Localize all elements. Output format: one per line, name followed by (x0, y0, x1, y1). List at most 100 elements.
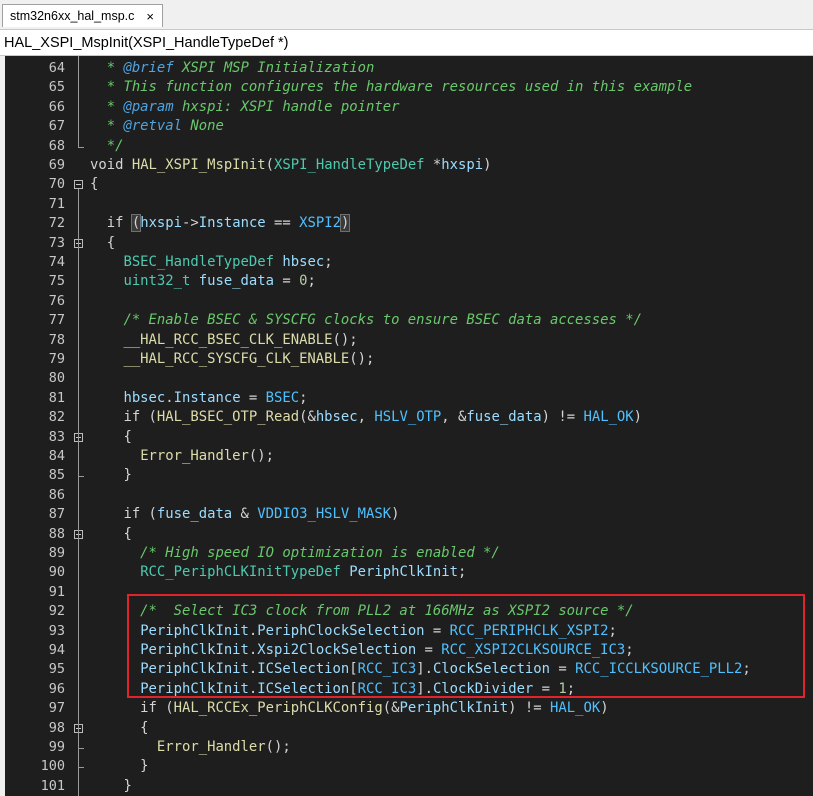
close-icon[interactable]: × (146, 9, 154, 24)
function-breadcrumb[interactable]: HAL_XSPI_MspInit(XSPI_HandleTypeDef *) (0, 29, 813, 56)
code-token: hbsec (315, 409, 358, 426)
code-token: { (90, 719, 149, 736)
code-token: ) (339, 214, 351, 233)
line-number: 80 (48, 370, 65, 387)
code-token: fuse_data (198, 273, 275, 290)
fold-end-tick (78, 146, 84, 148)
fold-guide (78, 56, 79, 147)
fold-collapse-icon[interactable] (74, 180, 83, 190)
code-token: } (90, 758, 149, 775)
code-line: if (fuse_data & VDDIO3_HSLV_MASK) (90, 505, 399, 524)
code-token: fuse_data (466, 409, 542, 426)
code-token: ) (391, 506, 400, 523)
code-token: __HAL_RCC_SYSCFG_CLK_ENABLE (123, 351, 350, 367)
code-token: (); (349, 351, 375, 367)
code-token: * (90, 98, 124, 115)
code-line: * This function configures the hardware … (90, 78, 692, 97)
line-number: 95 (48, 661, 65, 678)
line-number: 92 (48, 603, 65, 620)
line-number: 66 (48, 98, 65, 115)
code-line: Error_Handler(); (90, 447, 274, 466)
code-token: (); (248, 448, 274, 464)
line-number: 73 (48, 234, 65, 251)
code-token: HAL_BSEC_OTP_Read (156, 409, 300, 426)
file-tab[interactable]: stm32n6xx_hal_msp.c × (2, 4, 163, 27)
code-token: & (232, 506, 258, 523)
code-token: HAL_OK (550, 700, 601, 717)
function-signature: HAL_XSPI_MspInit(XSPI_HandleTypeDef *) (4, 35, 289, 51)
code-line: * @param hxspi: XSPI handle pointer (90, 98, 400, 117)
code-line: void HAL_XSPI_MspInit(XSPI_HandleTypeDef… (90, 156, 492, 175)
code-token: __HAL_RCC_BSEC_CLK_ENABLE (123, 331, 333, 348)
code-line: /* Enable BSEC & SYSCFG clocks to ensure… (90, 311, 642, 330)
line-number: 93 (48, 622, 65, 639)
code-token: if ( (90, 409, 157, 426)
code-line: hbsec.Instance = BSEC; (90, 389, 307, 408)
fold-guide (78, 189, 79, 796)
code-token: if ( (90, 700, 174, 717)
code-line: } (90, 466, 131, 485)
line-number: 97 (48, 700, 65, 717)
code-token: ( (130, 214, 142, 233)
code-token: ( (265, 157, 275, 173)
line-number: 78 (48, 331, 65, 348)
code-line: } (90, 757, 149, 776)
code-token: hxspi (140, 215, 183, 232)
code-line: BSEC_HandleTypeDef hbsec; (90, 253, 332, 272)
code-line: Error_Handler(); (90, 738, 291, 757)
line-number: 72 (48, 215, 65, 232)
code-token: uint32_t (123, 273, 191, 290)
line-number: 98 (48, 719, 65, 736)
code-line: { (90, 175, 98, 194)
line-number: 84 (48, 448, 65, 464)
line-number: 69 (48, 157, 65, 173)
code-token: void (90, 157, 132, 173)
code-token: (& (299, 409, 316, 426)
code-token: (& (382, 700, 400, 717)
code-token: { (90, 234, 116, 251)
line-number: 81 (48, 389, 65, 406)
code-token: = (240, 389, 266, 406)
code-token: hbsec (282, 254, 325, 270)
code-line: } (90, 777, 131, 796)
highlight-box (127, 594, 805, 698)
code-line: uint32_t fuse_data = 0; (90, 272, 315, 291)
code-token: ; (458, 564, 467, 581)
code-line: __HAL_RCC_BSEC_CLK_ENABLE(); (90, 331, 357, 350)
line-number: 83 (48, 428, 65, 445)
code-token: ) (633, 409, 643, 426)
line-number: 82 (48, 409, 65, 426)
code-line: { (90, 525, 132, 544)
editor-tab-bar: stm32n6xx_hal_msp.c × (0, 0, 813, 28)
code-line: * @retval None (90, 117, 224, 136)
code-token: * (424, 157, 442, 173)
code-token: hbsec (123, 389, 166, 406)
code-token: XSPI MSP Initialization (173, 60, 375, 76)
code-line: * @brief XSPI MSP Initialization (90, 59, 375, 78)
line-number: 96 (48, 680, 65, 697)
line-number: 67 (48, 118, 65, 135)
code-token: if ( (90, 506, 157, 523)
line-number: 76 (48, 292, 65, 309)
code-token: PeriphClkInit (399, 700, 509, 717)
code-token: fuse_data (156, 506, 233, 523)
code-token: XSPI2 (299, 215, 341, 232)
line-number: 87 (48, 506, 65, 523)
line-number: 90 (48, 564, 65, 581)
code-token: { (90, 525, 132, 542)
code-token: HAL_XSPI_MspInit (131, 157, 266, 173)
fold-end-tick (78, 476, 84, 478)
code-token: hxspi (441, 157, 484, 173)
code-token: Error_Handler (156, 739, 266, 755)
code-token: ) (483, 157, 492, 173)
code-token: */ (90, 137, 124, 154)
code-line: { (90, 719, 149, 738)
code-token: @param (123, 98, 174, 115)
code-token: RCC_PeriphCLKInitTypeDef (140, 564, 341, 581)
